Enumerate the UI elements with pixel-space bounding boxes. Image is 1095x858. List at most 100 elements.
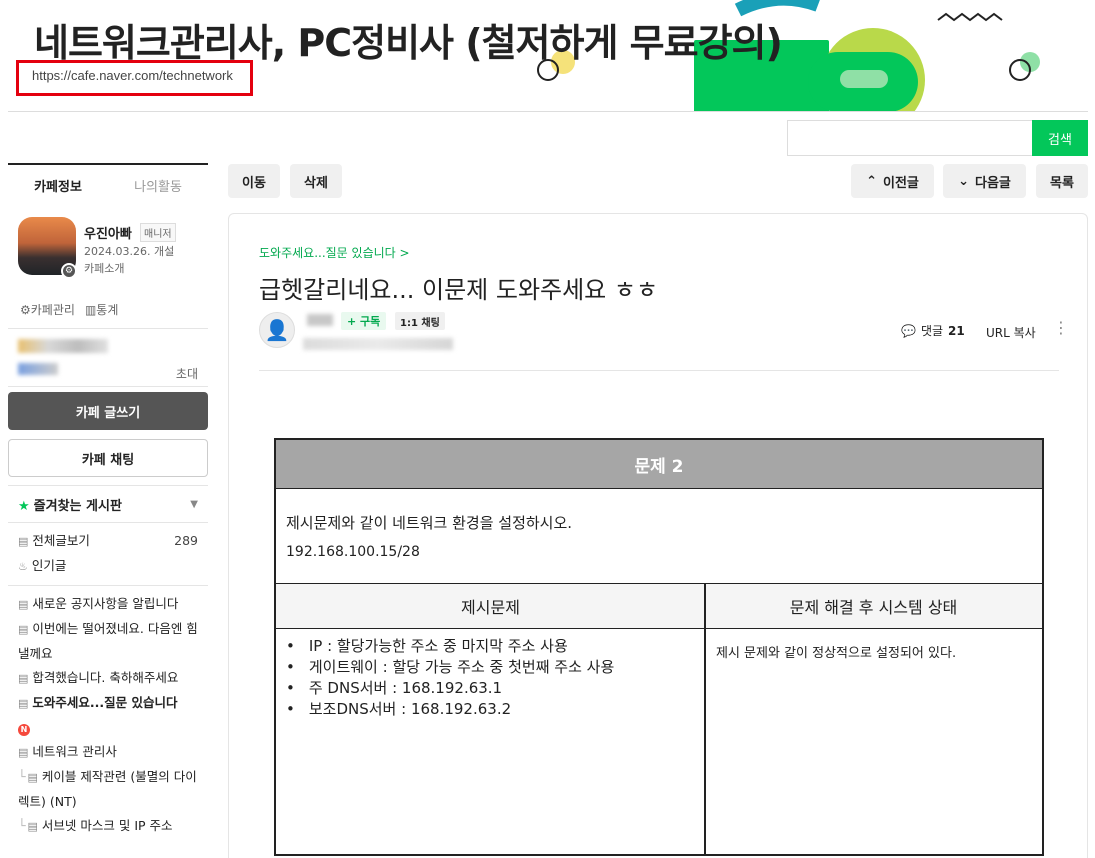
menu-board-label: 이번에는 떨어졌네요. 다음엔 힘낼께요 (18, 621, 198, 661)
blurred-member-rank (18, 339, 108, 353)
tab-my-activity[interactable]: 나의활동 (108, 165, 208, 205)
menu-board-help[interactable]: ▤ 도와주세요...질문 있습니다 N (8, 691, 208, 740)
menu-sub-subnet[interactable]: └ ▤ 서브넷 마스크 및 IP 주소 (8, 814, 208, 839)
fire-icon: ♨ (18, 560, 28, 573)
menu-board-label: 네트워크 관리사 (32, 744, 117, 759)
subscribe-button[interactable]: + 구독 (341, 312, 387, 330)
cafe-profile: ⚙ 우진아빠 매니저 2024.03.26. 개설 카페소개 (8, 215, 208, 295)
invite-link[interactable]: 초대 (176, 365, 198, 382)
chart-icon: ▥ (84, 303, 97, 317)
bullet-item: 주 DNS서버 : 168.192.63.1 (286, 678, 614, 699)
member-info: 초대 (8, 329, 208, 387)
menu-board-label: 합격했습니다. 축하해주세요 (32, 670, 179, 685)
article-panel: 도와주세요...질문 있습니다 > 급헷갈리네요... 이문제 도와주세요 ㅎㅎ… (228, 213, 1088, 858)
manager-badge: 매니저 (140, 223, 176, 242)
chevron-down-icon: ⌄ (958, 173, 969, 189)
next-post-label: 다음글 (975, 175, 1011, 191)
board-icon: ▤ (18, 697, 29, 710)
bullet-item: 보조DNS서버 : 168.192.63.2 (286, 699, 614, 720)
menu-board-network-admin[interactable]: ▤ 네트워크 관리사 (8, 740, 208, 765)
stats-link[interactable]: ▥통계 (85, 301, 118, 318)
caret-down-icon: ▼ (190, 498, 198, 510)
divider (259, 370, 1059, 371)
board-icon: ▤ (27, 771, 38, 784)
prev-post-label: 이전글 (883, 175, 919, 191)
favorite-boards-label: 즐겨찾는 게시판 (33, 498, 122, 514)
search-button[interactable]: 검색 (1032, 120, 1088, 156)
menu-popular-label: 인기글 (31, 558, 67, 573)
prev-post-button[interactable]: ⌃ 이전글 (851, 164, 934, 198)
tree-branch-icon: └ (18, 818, 26, 833)
problem-ip: 192.168.100.15/28 (286, 544, 420, 560)
gear-icon[interactable]: ⚙ (61, 263, 77, 279)
bullet-item: 게이트웨이 : 할당 가능 주소 중 첫번째 주소 사용 (286, 657, 614, 678)
menu-boards-group: ▤ 새로운 공지사항을 알립니다 ▤ 이번에는 떨어졌네요. 다음엔 힘낼께요 ▤ 합… (8, 586, 208, 845)
post-count: 289 (174, 533, 198, 548)
chevron-up-icon: ⌃ (866, 173, 877, 189)
cafe-intro-link[interactable]: 카페소개 (84, 260, 124, 276)
comment-link[interactable]: 💬 댓글 21 (901, 322, 965, 339)
cafe-banner[interactable]: 네트워크관리사, PC정비사 (철저하게 무료강의) https://cafe.… (8, 0, 1088, 112)
cafe-manage-link[interactable]: ⚙카페관리 (20, 301, 75, 318)
new-badge: N (18, 724, 30, 736)
cafe-write-button[interactable]: 카페 글쓰기 (8, 392, 208, 430)
cafe-tools: ⚙카페관리 ▥통계 (8, 295, 208, 329)
blurred-author-name (307, 314, 333, 326)
more-options-icon[interactable]: ⋮ (1053, 318, 1069, 337)
menu-all-posts-label: 전체글보기 (32, 533, 90, 548)
menu-sub-label: 서브넷 마스크 및 IP 주소 (41, 818, 173, 833)
gear-icon: ⚙ (20, 303, 31, 317)
banner-url[interactable]: https://cafe.naver.com/technetwork (32, 68, 233, 83)
menu-board-failed[interactable]: ▤ 이번에는 떨어졌네요. 다음엔 힘낼께요 (8, 617, 208, 666)
banner-title: 네트워크관리사, PC정비사 (철저하게 무료강의) (34, 21, 783, 65)
move-button[interactable]: 이동 (228, 164, 280, 198)
bullet-item: IP : 할당가능한 주소 중 마지막 주소 사용 (286, 636, 614, 657)
post-title: 급헷갈리네요... 이문제 도와주세요 ㅎㅎ (259, 276, 659, 304)
favorite-boards-toggle[interactable]: ★ 즐겨찾는 게시판 ▼ (8, 485, 208, 523)
url-copy-button[interactable]: URL 복사 (986, 324, 1036, 341)
problem-header: 문제 2 (276, 440, 1042, 489)
cafe-chat-button[interactable]: 카페 채팅 (8, 439, 208, 477)
menu-all-posts[interactable]: ▤ 전체글보기 289 (8, 529, 208, 554)
list-button[interactable]: 목록 (1036, 164, 1088, 198)
problem-description: 제시문제와 같이 네트워크 환경을 설정하시오. (286, 514, 573, 532)
board-icon: ▤ (27, 820, 38, 833)
blurred-post-meta (303, 338, 453, 350)
system-status-text: 제시 문제와 같이 정상적으로 설정되어 있다. (716, 646, 957, 661)
board-icon: ▤ (18, 535, 29, 548)
board-icon: ▤ (18, 672, 29, 685)
problem-bullets: IP : 할당가능한 주소 중 마지막 주소 사용 게이트웨이 : 할당 가능 … (286, 636, 614, 720)
board-breadcrumb[interactable]: 도와주세요...질문 있습니다 > (259, 244, 410, 261)
comment-label: 댓글 (920, 324, 944, 338)
star-icon: ★ (18, 498, 30, 514)
comment-icon: 💬 (901, 323, 916, 338)
column-header-problem: 제시문제 (276, 583, 705, 629)
search-input[interactable] (787, 120, 1033, 156)
menu-popular[interactable]: ♨ 인기글 (8, 554, 208, 579)
cafe-created-date: 2024.03.26. 개설 (84, 245, 175, 258)
tree-branch-icon: └ (18, 769, 26, 784)
cafe-manage-label: 카페관리 (30, 303, 75, 317)
board-icon: ▤ (18, 598, 29, 611)
menu-sub-cable[interactable]: └ ▤ 케이블 제작관련 (불멸의 다이렉트) (NT) (8, 765, 208, 814)
menu-sub-label: 케이블 제작관련 (불멸의 다이렉트) (NT) (18, 769, 197, 809)
menu-board-label: 도와주세요...질문 있습니다 (32, 695, 178, 710)
board-icon: ▤ (18, 623, 29, 636)
sidebar: 카페정보 나의활동 ⚙ 우진아빠 매니저 2024.03.26. 개설 카페소개… (8, 163, 208, 845)
next-post-button[interactable]: ⌄ 다음글 (943, 164, 1026, 198)
menu-board-notice[interactable]: ▤ 새로운 공지사항을 알립니다 (8, 592, 208, 617)
stats-label: 통계 (96, 303, 119, 317)
manager-name[interactable]: 우진아빠 (84, 223, 132, 242)
author-avatar[interactable]: 👤 (259, 312, 295, 348)
menu-board-passed[interactable]: ▤ 합격했습니다. 축하해주세요 (8, 666, 208, 691)
sidebar-tabs: 카페정보 나의활동 (8, 163, 208, 205)
menu-board-label: 새로운 공지사항을 알립니다 (32, 596, 179, 611)
delete-button[interactable]: 삭제 (290, 164, 342, 198)
tab-cafe-info[interactable]: 카페정보 (8, 165, 108, 205)
column-header-status: 문제 해결 후 시스템 상태 (705, 583, 1042, 629)
menu-top-group: ▤ 전체글보기 289 ♨ 인기글 (8, 523, 208, 586)
one-to-one-chat-button[interactable]: 1:1 채팅 (395, 312, 445, 330)
problem-image: 문제 2 제시문제와 같이 네트워크 환경을 설정하시오. 192.168.10… (274, 438, 1044, 856)
blurred-member-count (18, 363, 58, 375)
comment-count: 21 (948, 323, 965, 338)
